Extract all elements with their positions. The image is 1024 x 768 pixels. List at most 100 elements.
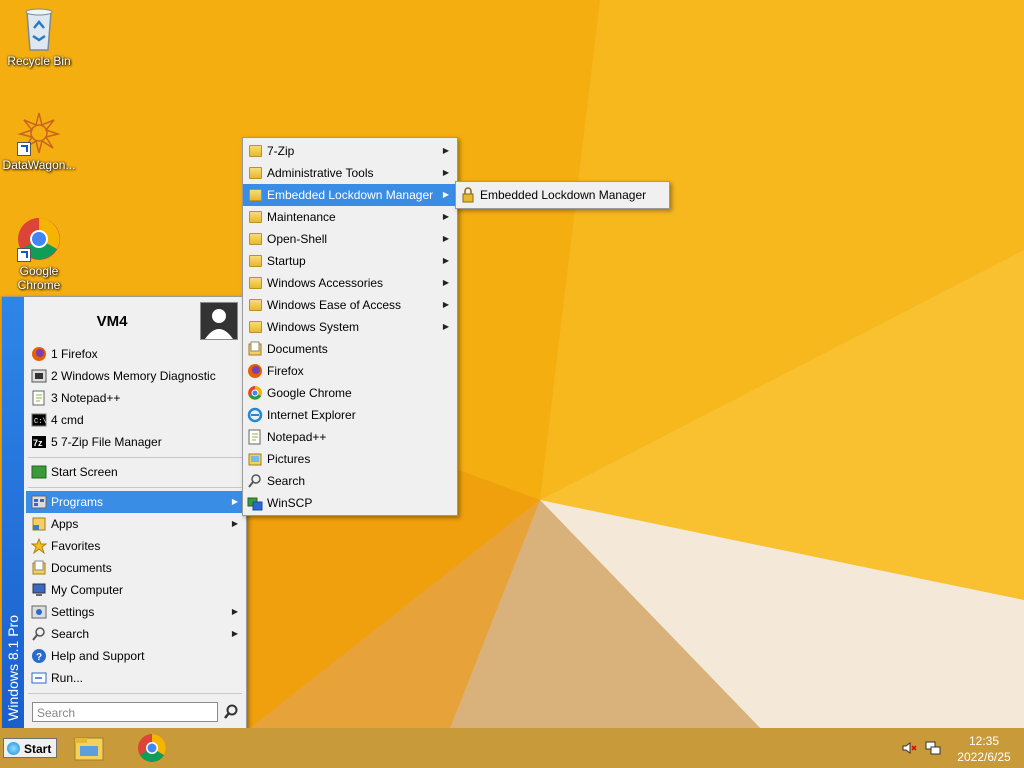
winscp-icon <box>247 495 263 511</box>
program-folder-windows-accessories[interactable]: Windows Accessories ▶ <box>243 272 457 294</box>
shortcut-arrow-icon <box>17 142 31 156</box>
submenu-arrow-icon: ▶ <box>231 607 238 616</box>
user-avatar-icon[interactable] <box>200 302 238 340</box>
folder-icon <box>249 299 262 311</box>
recent-item-firefox[interactable]: 1 Firefox <box>26 343 246 365</box>
submenu-arrow-icon: ▶ <box>442 212 449 221</box>
volume-muted-icon[interactable] <box>901 740 917 756</box>
program-winscp[interactable]: WinSCP <box>243 492 457 514</box>
desktop-icon-label: Recycle Bin <box>7 54 71 68</box>
shortcut-arrow-icon <box>17 248 31 262</box>
folder-icon <box>249 255 262 267</box>
start-menu-search-input[interactable]: Search <box>32 702 218 722</box>
program-documents[interactable]: Documents <box>243 338 457 360</box>
start-screen-icon <box>31 464 47 480</box>
search-icon <box>31 626 47 642</box>
start-menu-side-band: Windows 8.1 Pro <box>2 297 24 729</box>
submenu-arrow-icon: ▶ <box>442 234 449 243</box>
star-icon <box>30 537 48 555</box>
program-search[interactable]: Search <box>243 470 457 492</box>
settings-icon <box>31 604 47 620</box>
folder-icon <box>249 277 262 289</box>
program-folder-open-shell[interactable]: Open-Shell ▶ <box>243 228 457 250</box>
favorites-item[interactable]: Favorites <box>26 535 246 557</box>
submenu-arrow-icon: ▶ <box>442 146 449 155</box>
search-item[interactable]: Search ▶ <box>26 623 246 645</box>
program-folder-7zip[interactable]: 7-Zip ▶ <box>243 140 457 162</box>
notepad-plus-plus-icon <box>31 390 47 406</box>
clock-time: 12:35 <box>968 734 1000 748</box>
programs-item[interactable]: Programs ▶ <box>26 491 246 513</box>
chrome-taskbar-icon[interactable] <box>135 732 169 764</box>
recent-item-cmd[interactable]: C:\ 4 cmd <box>26 409 246 431</box>
lock-icon <box>460 187 476 203</box>
documents-item[interactable]: Documents <box>26 557 246 579</box>
desktop-icon-google-chrome[interactable]: Google Chrome <box>0 216 78 292</box>
start-button[interactable]: Start <box>3 738 57 758</box>
clock-date: 2022/6/25 <box>957 750 1011 764</box>
chrome-icon <box>247 385 263 401</box>
windows-edition-label: Windows 8.1 Pro <box>5 615 21 721</box>
folder-icon <box>249 145 262 157</box>
my-computer-item[interactable]: My Computer <box>26 579 246 601</box>
recent-item-notepad-plus-plus[interactable]: 3 Notepad++ <box>26 387 246 409</box>
menu-separator <box>28 487 242 488</box>
submenu-arrow-icon: ▶ <box>231 629 238 638</box>
submenu-arrow-icon: ▶ <box>442 300 449 309</box>
folder-icon <box>249 189 262 201</box>
desktop-icon-recycle-bin[interactable]: Recycle Bin <box>0 6 78 68</box>
submenu-arrow-icon: ▶ <box>442 322 449 331</box>
program-folder-administrative-tools[interactable]: Administrative Tools ▶ <box>243 162 457 184</box>
recent-item-memory-diagnostic[interactable]: 2 Windows Memory Diagnostic <box>26 365 246 387</box>
7zip-icon: 7z <box>31 434 47 450</box>
menu-separator <box>28 457 242 458</box>
file-explorer-icon[interactable] <box>72 732 106 764</box>
program-google-chrome[interactable]: Google Chrome <box>243 382 457 404</box>
run-icon <box>31 670 47 686</box>
internet-explorer-icon <box>247 407 263 423</box>
program-firefox[interactable]: Firefox <box>243 360 457 382</box>
program-internet-explorer[interactable]: Internet Explorer <box>243 404 457 426</box>
program-folder-windows-system[interactable]: Windows System ▶ <box>243 316 457 338</box>
svg-text:?: ? <box>36 652 42 663</box>
program-pictures[interactable]: Pictures <box>243 448 457 470</box>
lockdown-manager-item[interactable]: Embedded Lockdown Manager <box>456 184 669 206</box>
settings-item[interactable]: Settings ▶ <box>26 601 246 623</box>
submenu-arrow-icon: ▶ <box>442 190 449 199</box>
help-and-support-item[interactable]: ? Help and Support <box>26 645 246 667</box>
recent-item-7zip[interactable]: 7z 5 7-Zip File Manager <box>26 431 246 453</box>
submenu-arrow-icon: ▶ <box>231 519 238 528</box>
program-folder-embedded-lockdown-manager[interactable]: Embedded Lockdown Manager ▶ <box>243 184 457 206</box>
submenu-arrow-icon: ▶ <box>442 256 449 265</box>
svg-text:C:\: C:\ <box>34 418 47 426</box>
submenu-arrow-icon: ▶ <box>231 497 238 506</box>
documents-icon <box>31 560 47 576</box>
start-orb-icon <box>7 742 20 755</box>
apps-item[interactable]: Apps ▶ <box>26 513 246 535</box>
program-folder-windows-ease-of-access[interactable]: Windows Ease of Access ▶ <box>243 294 457 316</box>
taskbar-clock[interactable]: 12:35 2022/6/25 <box>944 733 1024 765</box>
firefox-icon <box>31 346 47 362</box>
lockdown-manager-submenu: Embedded Lockdown Manager <box>455 181 670 209</box>
start-menu: Windows 8.1 Pro VM4 1 Firefox 2 Windows … <box>1 296 247 730</box>
network-icon[interactable] <box>925 740 941 756</box>
run-item[interactable]: Run... <box>26 667 246 689</box>
desktop-icon-datawagon[interactable]: DataWagon... <box>0 110 78 172</box>
documents-icon <box>247 341 263 357</box>
notepad-plus-plus-icon <box>247 429 263 445</box>
recent-programs-list: 1 Firefox 2 Windows Memory Diagnostic 3 … <box>26 343 246 453</box>
chrome-icon <box>17 216 61 262</box>
apps-icon <box>31 516 47 532</box>
program-notepad-plus-plus[interactable]: Notepad++ <box>243 426 457 448</box>
program-folder-maintenance[interactable]: Maintenance ▶ <box>243 206 457 228</box>
pictures-icon <box>247 451 263 467</box>
memory-diagnostic-icon <box>31 368 47 384</box>
start-screen-item[interactable]: Start Screen <box>26 461 246 483</box>
search-button-icon[interactable] <box>222 703 240 721</box>
program-folder-startup[interactable]: Startup ▶ <box>243 250 457 272</box>
recycle-bin-icon <box>17 6 61 52</box>
submenu-arrow-icon: ▶ <box>442 278 449 287</box>
desktop-icon-label: Google Chrome <box>17 264 61 292</box>
svg-text:7z: 7z <box>33 438 43 448</box>
help-icon: ? <box>31 648 47 664</box>
